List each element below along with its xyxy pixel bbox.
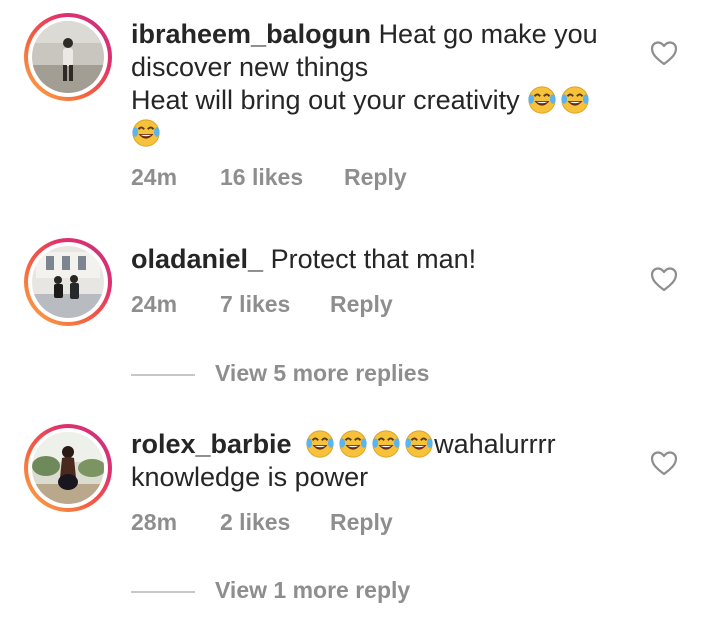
comment-username[interactable]: ibraheem_balogun xyxy=(131,19,371,49)
comment-text: rolex_barbie wahalurrrr knowledge is pow… xyxy=(131,428,631,494)
view-replies-label[interactable]: View 1 more reply xyxy=(215,577,410,603)
avatar[interactable] xyxy=(24,424,112,512)
joy-emoji-icon xyxy=(305,429,335,459)
comment-body: knowledge is power xyxy=(131,462,369,492)
comment-body: Heat will bring out your creativity xyxy=(131,85,520,115)
reply-button[interactable]: Reply xyxy=(330,291,393,318)
divider xyxy=(131,590,195,593)
heart-outline-icon[interactable] xyxy=(650,450,678,476)
reply-button[interactable]: Reply xyxy=(344,164,407,191)
comment-username[interactable]: oladaniel_ xyxy=(131,244,263,274)
reply-button[interactable]: Reply xyxy=(330,509,393,536)
joy-emoji-icon xyxy=(131,118,161,148)
joy-emoji-icon xyxy=(338,429,368,459)
comment-timestamp: 24m xyxy=(131,291,178,317)
comment-body: Protect that man! xyxy=(270,244,477,274)
view-replies-label[interactable]: View 5 more replies xyxy=(215,360,429,386)
comment-meta: 24m 16 likes Reply xyxy=(131,164,407,191)
divider xyxy=(131,373,195,376)
joy-emoji-icon xyxy=(404,429,434,459)
comment-likes[interactable]: 16 likes xyxy=(220,164,344,191)
comment-meta: 28m 2 likes Reply xyxy=(131,509,393,536)
heart-outline-icon[interactable] xyxy=(650,40,678,66)
heart-outline-icon[interactable] xyxy=(650,266,678,292)
comment-body: Heat go make you xyxy=(378,19,598,49)
joy-emoji-icon xyxy=(371,429,401,459)
comment-likes[interactable]: 7 likes xyxy=(220,291,330,318)
view-more-replies-button[interactable]: View 1 more reply xyxy=(131,577,410,604)
view-more-replies-button[interactable]: View 5 more replies xyxy=(131,360,429,387)
comment-body: discover new things xyxy=(131,52,369,82)
comment-text: ibraheem_balogun Heat go make you discov… xyxy=(131,18,631,150)
comment-timestamp: 28m xyxy=(131,509,178,535)
joy-emoji-icon xyxy=(527,85,557,115)
joy-emoji-icon xyxy=(560,85,590,115)
comment-meta: 24m 7 likes Reply xyxy=(131,291,393,318)
comment-likes[interactable]: 2 likes xyxy=(220,509,330,536)
avatar[interactable] xyxy=(24,238,112,326)
comment-username[interactable]: rolex_barbie xyxy=(131,429,292,459)
comment-body: wahalurrrr xyxy=(434,429,556,459)
comment-text: oladaniel_ Protect that man! xyxy=(131,243,631,276)
comment-timestamp: 24m xyxy=(131,164,178,190)
avatar[interactable] xyxy=(24,13,112,101)
